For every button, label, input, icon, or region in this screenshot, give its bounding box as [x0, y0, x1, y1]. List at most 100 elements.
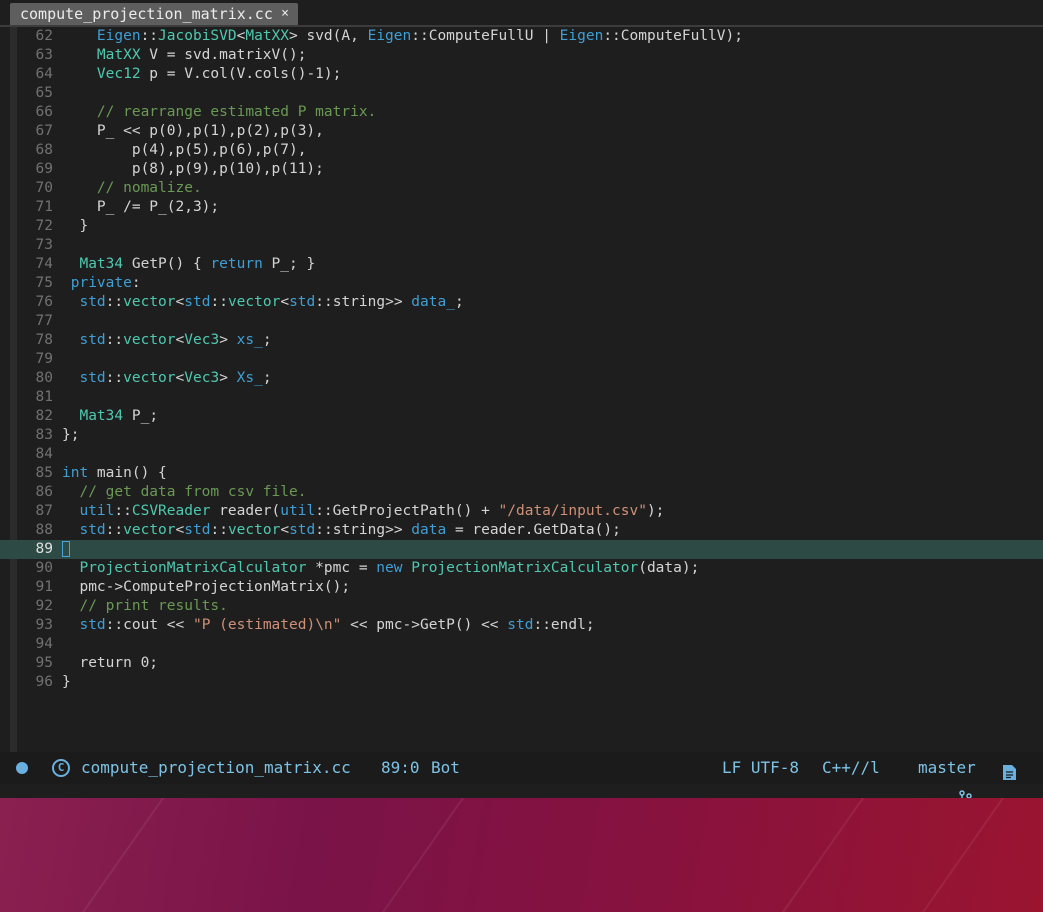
line-number: 70 [35, 180, 53, 196]
status-git-branch[interactable]: master [918, 752, 976, 784]
line-text: // get data from csv file. [79, 484, 307, 500]
status-major-mode[interactable]: C++//l [822, 752, 880, 784]
code-line[interactable]: 94 [0, 635, 1043, 654]
code-line-current[interactable]: 89 [0, 540, 1043, 559]
line-text: std::cout << "P (estimated)\n" << pmc->G… [79, 617, 595, 633]
line-text: std::vector<Vec3> Xs_; [79, 370, 272, 386]
code-line[interactable]: 74 Mat34 GetP() { return P_; } [0, 255, 1043, 274]
line-number: 83 [35, 427, 53, 443]
tab-close-icon[interactable]: × [281, 3, 289, 25]
line-number: 92 [35, 598, 53, 614]
line-text: Eigen::JacobiSVD<MatXX> svd(A, Eigen::Co… [96, 28, 743, 44]
line-number: 88 [35, 522, 53, 538]
status-bar: C compute_projection_matrix.cc 89:0 Bot … [0, 752, 1043, 798]
line-number: 73 [35, 237, 53, 253]
code-line[interactable]: 72 } [0, 217, 1043, 236]
status-filename: compute_projection_matrix.cc [81, 758, 351, 777]
code-line[interactable]: 90 ProjectionMatrixCalculator *pmc = new… [0, 559, 1043, 578]
line-text: ProjectionMatrixCalculator *pmc = new Pr… [79, 560, 700, 576]
line-number: 77 [35, 313, 53, 329]
desktop-wallpaper [0, 798, 1043, 912]
code-line[interactable]: 91 pmc->ComputeProjectionMatrix(); [0, 578, 1043, 597]
line-text: p(4),p(5),p(6),p(7), [62, 142, 307, 158]
line-number: 93 [35, 617, 53, 633]
line-number: 91 [35, 579, 53, 595]
line-number: 63 [35, 47, 53, 63]
code-line[interactable]: 77 [0, 312, 1043, 331]
line-text: MatXX V = svd.matrixV(); [96, 47, 307, 63]
status-dot-icon [16, 762, 28, 774]
line-text: util::CSVReader reader(util::GetProjectP… [79, 503, 665, 519]
line-number: 64 [35, 66, 53, 82]
code-line[interactable]: 64 Vec12 p = V.col(V.cols()-1); [0, 65, 1043, 84]
tab-title: compute_projection_matrix.cc [20, 5, 273, 23]
line-number: 96 [35, 674, 53, 690]
code-line[interactable]: 84 [0, 445, 1043, 464]
code-line[interactable]: 81 [0, 388, 1043, 407]
line-number: 85 [35, 465, 53, 481]
line-text: Vec12 p = V.col(V.cols()-1); [96, 66, 342, 82]
code-line[interactable]: 80 std::vector<Vec3> Xs_; [0, 369, 1043, 388]
line-number: 82 [35, 408, 53, 424]
line-number: 89 [35, 541, 53, 557]
line-number: 68 [35, 142, 53, 158]
line-number: 94 [35, 636, 53, 652]
code-line[interactable]: 87 util::CSVReader reader(util::GetProje… [0, 502, 1043, 521]
code-line[interactable]: 69 p(8),p(9),p(10),p(11); [0, 160, 1043, 179]
line-text: // print results. [79, 598, 228, 614]
line-text: std::vector<std::vector<std::string>> da… [79, 522, 621, 538]
line-number: 69 [35, 161, 53, 177]
code-line[interactable]: 66 // rearrange estimated P matrix. [0, 103, 1043, 122]
code-line[interactable]: 62 Eigen::JacobiSVD<MatXX> svd(A, Eigen:… [0, 27, 1043, 46]
tab-bar: compute_projection_matrix.cc × [0, 0, 1043, 27]
code-line[interactable]: 85 int main() { [0, 464, 1043, 483]
line-text: private: [70, 275, 141, 291]
text-cursor [62, 541, 70, 557]
code-line[interactable]: 63 MatXX V = svd.matrixV(); [0, 46, 1043, 65]
line-text: std::vector<Vec3> xs_; [79, 332, 272, 348]
code-line[interactable]: 75 private: [0, 274, 1043, 293]
line-text: p(8),p(9),p(10),p(11); [62, 161, 324, 177]
line-number: 78 [35, 332, 53, 348]
line-text: } [62, 218, 89, 234]
line-text: Mat34 P_; [79, 408, 159, 424]
code-line[interactable]: 93 std::cout << "P (estimated)\n" << pmc… [0, 616, 1043, 635]
code-line[interactable]: 73 [0, 236, 1043, 255]
line-number: 84 [35, 446, 53, 462]
code-line[interactable]: 96} [0, 673, 1043, 692]
line-number: 90 [35, 560, 53, 576]
line-number: 65 [35, 85, 53, 101]
code-line[interactable]: 70 // nomalize. [0, 179, 1043, 198]
code-line[interactable]: 79 [0, 350, 1043, 369]
line-number: 75 [35, 275, 53, 291]
cpp-file-icon: C [52, 759, 70, 777]
code-line[interactable]: 86 // get data from csv file. [0, 483, 1043, 502]
code-line[interactable]: 76 std::vector<std::vector<std::string>>… [0, 293, 1043, 312]
code-line[interactable]: 71 P_ /= P_(2,3); [0, 198, 1043, 217]
code-line[interactable]: 88 std::vector<std::vector<std::string>>… [0, 521, 1043, 540]
code-line[interactable]: 68 p(4),p(5),p(6),p(7), [0, 141, 1043, 160]
line-text: std::vector<std::vector<std::string>> da… [79, 294, 464, 310]
code-line[interactable]: 82 Mat34 P_; [0, 407, 1043, 426]
code-line[interactable]: 67 P_ << p(0),p(1),p(2),p(3), [0, 122, 1043, 141]
line-number: 80 [35, 370, 53, 386]
code-line[interactable]: 65 [0, 84, 1043, 103]
line-number: 71 [35, 199, 53, 215]
code-line[interactable]: 92 // print results. [0, 597, 1043, 616]
code-line[interactable]: 95 return 0; [0, 654, 1043, 673]
line-number: 62 [35, 28, 53, 44]
line-text: } [62, 674, 71, 690]
status-eol-encoding[interactable]: LF UTF-8 [722, 752, 799, 784]
line-text: }; [62, 427, 80, 443]
line-text: pmc->ComputeProjectionMatrix(); [62, 579, 351, 595]
line-number: 95 [35, 655, 53, 671]
editor-window: compute_projection_matrix.cc × 62 Eigen:… [0, 0, 1043, 798]
tab-active-file[interactable]: compute_projection_matrix.cc × [10, 3, 298, 25]
code-line[interactable]: 83}; [0, 426, 1043, 445]
line-text: return 0; [62, 655, 159, 671]
line-text: Mat34 GetP() { return P_; } [79, 256, 316, 272]
line-number: 86 [35, 484, 53, 500]
code-line[interactable]: 78 std::vector<Vec3> xs_; [0, 331, 1043, 350]
line-number: 67 [35, 123, 53, 139]
document-icon [1002, 760, 1017, 780]
